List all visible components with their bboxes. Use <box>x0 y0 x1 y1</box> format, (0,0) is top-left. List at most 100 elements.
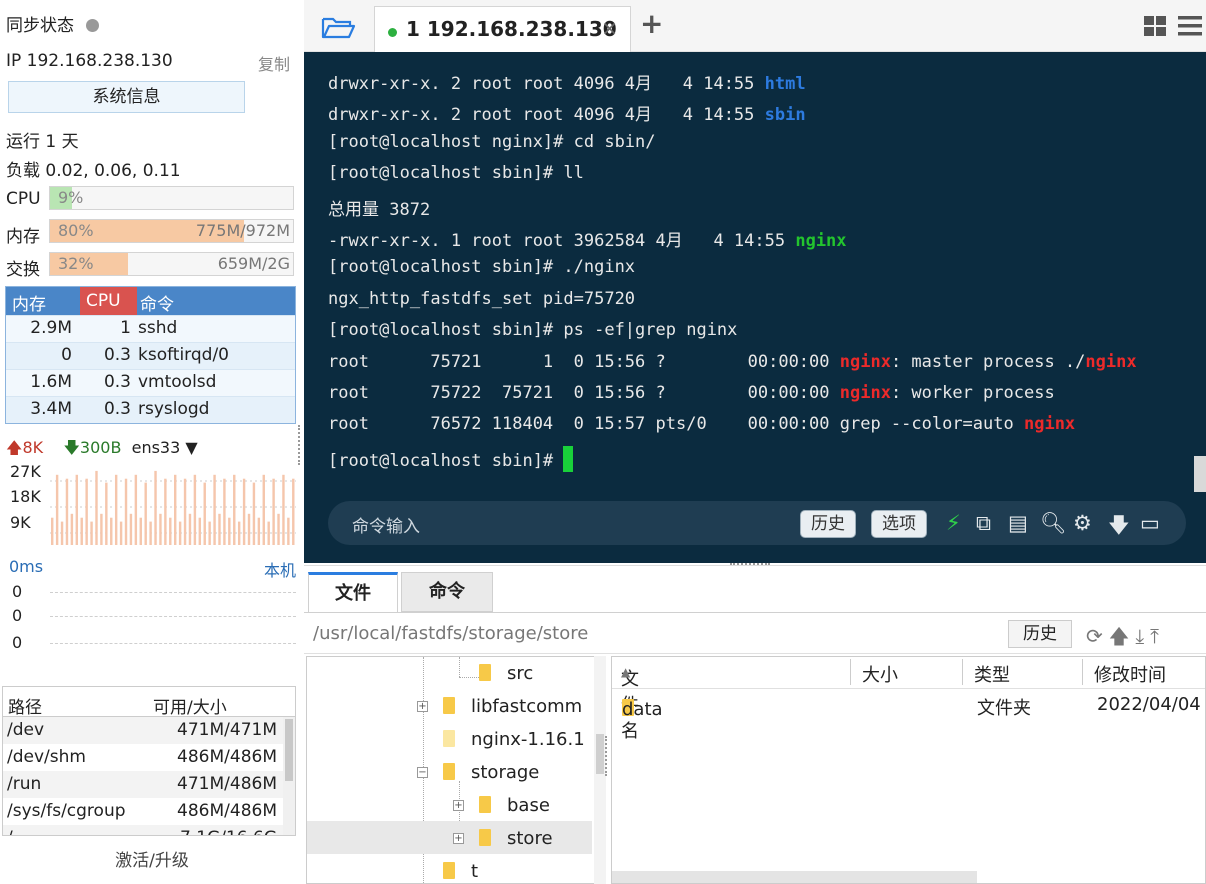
sync-status[interactable]: 同步状态 <box>6 11 99 36</box>
disk-row[interactable]: / 7.1G/16.6G <box>3 825 295 835</box>
traffic-bar <box>247 513 251 545</box>
col-path-header[interactable]: 路径 <box>8 693 42 718</box>
tree-node-partial[interactable]: t <box>443 861 478 882</box>
expand-icon[interactable]: + <box>417 701 428 712</box>
path-history-button[interactable]: 历史 <box>1008 620 1072 648</box>
network-interface-select[interactable]: ens33 ▼ <box>132 438 198 457</box>
column-divider[interactable] <box>962 659 963 685</box>
download-icon[interactable]: ⤓ <box>1135 624 1150 648</box>
activate-upgrade-link[interactable]: 激活/升级 <box>0 846 304 871</box>
disk-row[interactable]: /dev 471M/471M <box>3 717 295 744</box>
traffic-bar <box>272 478 275 545</box>
fullscreen-icon[interactable]: ▭ <box>1140 511 1160 535</box>
process-row[interactable]: 1.6M 0.3 vmtoolsd <box>6 369 295 396</box>
process-cpu: 0.3 <box>103 345 131 365</box>
process-row[interactable]: 3.4M 0.3 rsyslogd <box>6 396 295 423</box>
close-tab-icon[interactable]: × <box>601 16 618 40</box>
tree-node-libfastcommon[interactable]: libfastcomm <box>443 696 582 717</box>
col-size-header[interactable]: 大小 <box>862 661 898 687</box>
column-divider[interactable] <box>1082 659 1083 685</box>
copy-ip-button[interactable]: 复制 <box>258 51 290 75</box>
upload-icon[interactable]: ⤒ <box>1150 624 1165 648</box>
col-type-header[interactable]: 类型 <box>974 661 1010 687</box>
command-input[interactable]: 命令输入 <box>352 512 420 537</box>
scrollbar-thumb[interactable] <box>285 719 293 781</box>
terminal-text: -rwxr-xr-x. 1 root root 3962584 4月 4 14:… <box>328 231 796 251</box>
lightning-icon[interactable]: ⚡ <box>946 511 961 535</box>
sidebar-splitter[interactable] <box>298 425 302 465</box>
expand-icon[interactable]: + <box>453 800 464 811</box>
disk-row[interactable]: /dev/shm 486M/486M <box>3 744 295 771</box>
open-folder-icon[interactable] <box>320 12 356 42</box>
tree-node-store[interactable]: store <box>479 828 553 849</box>
terminal[interactable]: drwxr-xr-x. 2 root root 4096 4月 4 14:55 … <box>304 52 1206 563</box>
process-row[interactable]: 2.9M 1 sshd <box>6 315 295 342</box>
system-info-button[interactable]: 系统信息 <box>8 81 245 113</box>
col-mtime-header[interactable]: 修改时间 <box>1094 661 1166 687</box>
file-row[interactable]: data 文件夹 2022/04/04 <box>612 689 1205 721</box>
traffic-bar <box>144 482 147 545</box>
tab-files[interactable]: 文件 <box>308 572 398 612</box>
grid-view-icon[interactable] <box>1144 16 1166 36</box>
process-cmd: ksoftirqd/0 <box>138 345 229 365</box>
terminal-highlight: sbin <box>764 105 806 126</box>
terminal-line: [root@localhost sbin]# ll <box>328 163 584 183</box>
tree-node-src[interactable]: src <box>479 663 533 684</box>
tree-node-base[interactable]: base <box>479 795 550 816</box>
disk-path: /run <box>7 774 42 794</box>
copy-icon[interactable]: ⧉ <box>976 511 991 536</box>
traffic-bar <box>178 521 182 545</box>
col-avail-header[interactable]: 可用/大小 <box>153 693 227 718</box>
file-mtime: 2022/04/04 <box>1097 694 1201 715</box>
collapse-icon[interactable]: − <box>417 767 428 778</box>
traffic-bar <box>237 521 241 545</box>
traffic-bar <box>282 474 285 545</box>
tree-node-storage[interactable]: storage <box>443 762 539 783</box>
terminal-line: [root@localhost sbin]# <box>328 445 574 472</box>
terminal-scrollbar-thumb[interactable] <box>1194 456 1206 492</box>
disk-avail: 471M/486M <box>177 774 277 794</box>
column-divider[interactable] <box>850 659 851 685</box>
col-mem-header[interactable]: 内存 <box>12 290 46 315</box>
traffic-bar <box>149 521 152 545</box>
col-cmd-header[interactable]: 命令 <box>140 290 174 315</box>
download-icon[interactable]: 🡇 <box>1108 511 1130 546</box>
traffic-bar <box>169 517 172 545</box>
sort-asc-icon: ▲ <box>621 665 631 679</box>
traffic-bar <box>208 521 211 545</box>
terminal-text: [root@localhost sbin]# <box>328 450 564 471</box>
expand-icon[interactable]: + <box>453 833 464 844</box>
paste-icon[interactable]: ▤ <box>1008 511 1028 535</box>
terminal-text: [root@localhost sbin]# ll <box>328 163 584 184</box>
tree-node-nginx[interactable]: nginx-1.16.1 <box>443 729 585 750</box>
traffic-bar <box>164 478 167 545</box>
current-path-input[interactable]: /usr/local/fastdfs/storage/store <box>313 623 588 644</box>
memory-percent: 80% <box>58 221 94 240</box>
folder-icon <box>479 829 491 846</box>
file-list-hscrollbar[interactable] <box>612 871 977 883</box>
search-icon[interactable]: 🔍︎ <box>1040 511 1067 536</box>
history-button[interactable]: 历史 <box>800 510 856 538</box>
disk-row[interactable]: /run 471M/486M <box>3 771 295 798</box>
session-tab-active[interactable]: 1 192.168.238.130 × <box>374 6 631 52</box>
tab-commands[interactable]: 命令 <box>401 572 493 612</box>
cpu-usage-bar: 9% <box>49 186 294 210</box>
disk-row[interactable]: /sys/fs/cgroup 486M/486M <box>3 798 295 825</box>
new-tab-button[interactable]: + <box>640 7 663 40</box>
terminal-text: [root@localhost sbin]# ./nginx <box>328 257 636 278</box>
disk-path: /sys/fs/cgroup <box>7 801 126 821</box>
tree-splitter[interactable] <box>605 736 609 776</box>
up-directory-icon[interactable]: 🡅 <box>1109 624 1136 648</box>
menu-icon[interactable] <box>1178 16 1202 36</box>
latency-target[interactable]: 本机 <box>264 557 296 581</box>
options-button[interactable]: 选项 <box>871 510 927 538</box>
folder-icon <box>479 664 491 681</box>
refresh-icon[interactable]: ⟳ <box>1086 624 1109 648</box>
process-table-header: 内存 CPU 命令 <box>6 287 295 315</box>
col-cpu-header[interactable]: CPU <box>80 287 137 315</box>
disk-table-scrollbar[interactable] <box>283 717 295 835</box>
process-row[interactable]: 0 0.3 ksoftirqd/0 <box>6 342 295 369</box>
gear-icon[interactable]: ⚙ <box>1073 511 1092 535</box>
traffic-bar <box>105 482 108 545</box>
scrollbar-thumb[interactable] <box>596 734 604 774</box>
